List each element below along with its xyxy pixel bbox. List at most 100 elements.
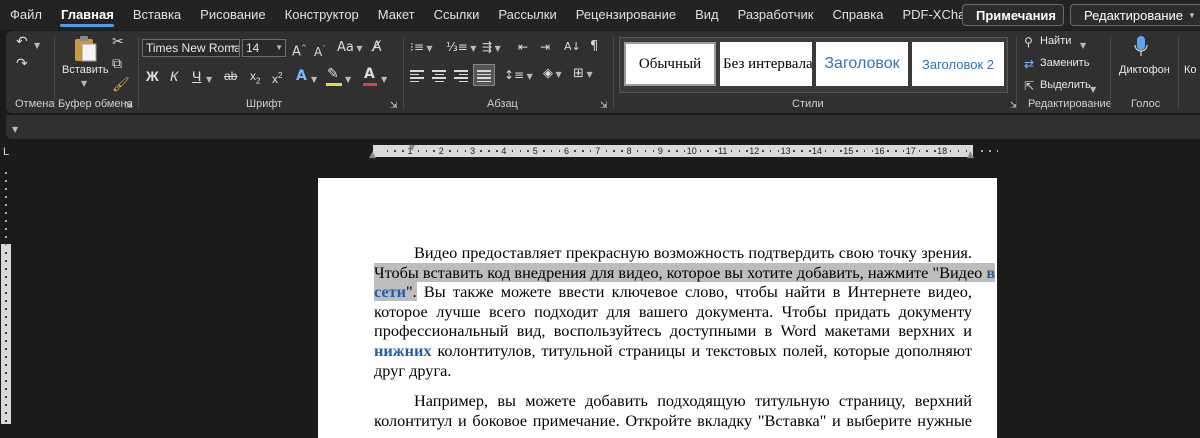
decrease-indent-icon[interactable]: ⇤ — [518, 39, 528, 55]
hyperlink-online[interactable]: сети — [374, 282, 406, 301]
separator — [613, 37, 614, 109]
tab-file[interactable]: Файл — [0, 0, 51, 30]
highlight-icon[interactable]: ✎ — [327, 66, 339, 82]
dictate-button[interactable]: Диктофон — [1119, 64, 1170, 76]
tab-developer[interactable]: Разработчик — [728, 0, 823, 30]
tab-view[interactable]: Вид — [686, 0, 729, 30]
tab-help[interactable]: Справка — [823, 0, 893, 30]
superscript-button[interactable]: x2 — [272, 68, 282, 87]
dialog-launcher-icon[interactable]: ⇲ — [125, 98, 133, 114]
replace-button[interactable]: Заменить — [1040, 57, 1089, 69]
italic-button[interactable]: К — [170, 68, 178, 84]
font-color-icon[interactable]: A — [364, 66, 375, 82]
tab-design[interactable]: Конструктор — [275, 0, 368, 30]
style-no-spacing[interactable]: Без интервала — [720, 42, 812, 86]
chevron-down-icon[interactable]: ▼ — [1090, 82, 1096, 98]
chevron-down-icon[interactable]: ▼ — [345, 72, 351, 88]
subscript-button[interactable]: x2 — [250, 68, 260, 89]
show-marks-icon[interactable]: ¶ — [590, 39, 598, 55]
comments-button[interactable]: Примечания — [962, 4, 1064, 26]
font-name-select[interactable]: Times New Roman ▼ — [142, 39, 240, 57]
ruler-tick — [762, 150, 764, 152]
clear-formatting-icon[interactable]: A̸ — [372, 39, 382, 55]
redo-icon[interactable]: ↷ — [16, 56, 28, 72]
numbering-icon[interactable]: ⅓≡ ▼ — [446, 39, 476, 57]
replace-icon[interactable]: ⇄ — [1024, 56, 1034, 72]
bold-button[interactable]: Ж — [146, 68, 159, 84]
editing-mode-button[interactable]: Редактирование ▼ — [1070, 4, 1200, 26]
change-case-icon[interactable]: Aa ▼ — [337, 40, 363, 57]
style-normal[interactable]: Обычный — [624, 42, 716, 86]
ruler-tick — [738, 150, 741, 152]
chevron-down-icon[interactable]: ▼ — [311, 72, 317, 88]
shrink-font-icon[interactable]: Aˇ — [314, 41, 326, 60]
document-page[interactable]: Видео предоставляет прекрасную возможнос… — [318, 178, 997, 438]
tab-home[interactable]: Главная — [51, 0, 123, 30]
format-painter-icon[interactable]: 🖌 — [112, 77, 130, 93]
tab-references[interactable]: Ссылки — [424, 0, 489, 30]
select-icon[interactable]: ⇱ — [1024, 78, 1034, 94]
ruler-tick — [5, 276, 7, 278]
select-button[interactable]: Выделить — [1040, 79, 1091, 91]
chevron-down-icon[interactable]: ▼ — [34, 38, 40, 54]
increase-indent-icon[interactable]: ⇥ — [540, 39, 550, 55]
bullets-icon[interactable]: ⁝≡ ▼ — [410, 39, 433, 57]
vertical-ruler[interactable] — [0, 160, 12, 424]
microphone-icon[interactable] — [1134, 35, 1148, 59]
ruler-tick — [981, 150, 983, 152]
underline-button[interactable]: Ч — [192, 68, 201, 84]
sort-icon[interactable]: A↓ — [564, 39, 581, 55]
chevron-down-icon[interactable]: ▼ — [1080, 38, 1086, 54]
right-indent-marker[interactable]: ▲ — [967, 150, 974, 160]
cut-icon[interactable]: ✂ — [112, 34, 124, 50]
strikethrough-button[interactable]: ab — [224, 68, 237, 84]
align-right-icon[interactable] — [454, 70, 468, 82]
chevron-down-icon[interactable]: ▼ — [206, 72, 212, 88]
paste-button[interactable]: Вставить ▼ — [58, 35, 110, 88]
line-spacing-icon[interactable]: ↕≡ ▼ — [504, 67, 533, 85]
dialog-launcher-icon[interactable]: ⇲ — [600, 98, 608, 114]
find-button[interactable]: Найти — [1040, 35, 1071, 47]
copy-icon[interactable]: ⧉ — [112, 56, 122, 72]
justify-button[interactable] — [473, 64, 495, 86]
ruler-tick — [801, 150, 803, 152]
tab-stop-selector[interactable]: L — [3, 146, 9, 158]
multilevel-list-icon[interactable]: ⇶ ▼ — [482, 39, 501, 57]
customize-toolbar-icon[interactable]: ▼ — [12, 122, 18, 138]
ruler-tick — [996, 150, 999, 152]
shading-icon[interactable]: ◈ ▼ — [543, 66, 562, 83]
ruler-tick — [918, 150, 921, 152]
find-icon[interactable]: ⚲ — [1024, 34, 1033, 50]
ruler-number: 9 — [657, 146, 663, 156]
tab-mailings[interactable]: Рассылки — [489, 0, 566, 30]
text-effects-icon[interactable]: A — [296, 68, 307, 84]
horizontal-ruler[interactable]: L 1 2 3 4 5 6 7 8 9 10 11 12 13 14 15 16 17 18 ▼ ▲ ▲ — [0, 143, 1200, 160]
tab-review[interactable]: Рецензирование — [566, 0, 685, 30]
tab-draw[interactable]: Рисование — [191, 0, 275, 30]
style-heading-1[interactable]: Заголовок — [816, 42, 908, 86]
highlight-color-bar — [326, 83, 342, 86]
font-size-select[interactable]: 14 ▼ — [242, 39, 286, 57]
align-left-icon[interactable] — [410, 70, 424, 82]
align-center-icon[interactable] — [432, 70, 446, 82]
cut-off-button-label[interactable]: Ко — [1184, 64, 1197, 76]
grow-font-icon[interactable]: A^ — [292, 40, 307, 60]
font-color-bar — [363, 83, 377, 86]
hyperlink-footers[interactable]: нижних — [374, 341, 431, 360]
undo-icon[interactable]: ↶ — [16, 34, 28, 50]
clipboard-icon — [75, 36, 97, 62]
style-heading-2[interactable]: Заголовок 2 — [912, 42, 1004, 86]
ruler-tick — [863, 150, 866, 152]
tab-layout[interactable]: Макет — [368, 0, 424, 30]
paste-label: Вставить — [62, 64, 109, 76]
ruler-number: 6 — [564, 146, 570, 156]
tab-insert[interactable]: Вставка — [123, 0, 190, 30]
dialog-launcher-icon[interactable]: ⇲ — [390, 98, 398, 114]
hyperlink-online[interactable]: в — [986, 263, 995, 282]
left-indent-marker[interactable]: ▲ — [369, 150, 376, 160]
chevron-down-icon[interactable]: ▼ — [381, 72, 387, 88]
text-run: Видео предоставляет прекрасную возможнос… — [414, 243, 972, 262]
borders-icon[interactable]: ⊞ ▼ — [573, 66, 593, 83]
first-line-indent-marker[interactable]: ▼ — [409, 143, 415, 152]
ruler-tick — [730, 150, 733, 152]
